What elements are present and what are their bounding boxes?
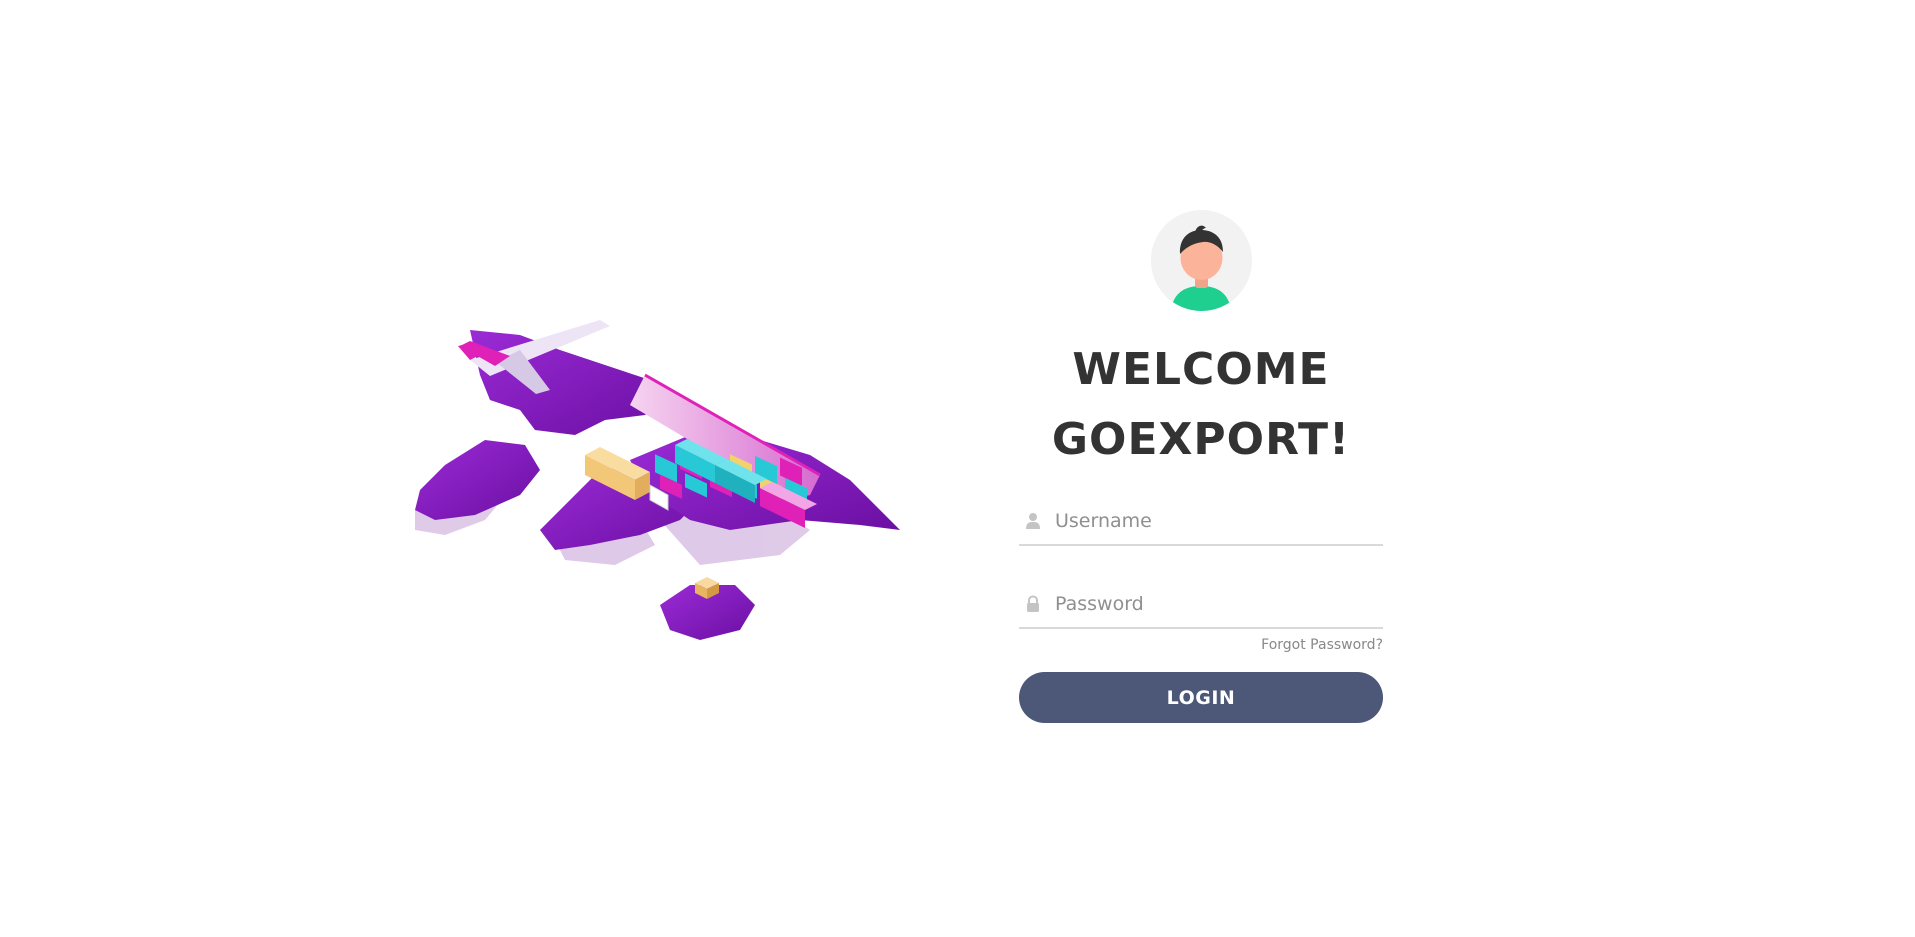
welcome-line-2: GOEXPORT!	[1051, 414, 1351, 465]
username-input[interactable]	[1055, 504, 1375, 538]
lock-icon	[1025, 595, 1041, 613]
welcome-heading: WELCOME GOEXPORT!	[1019, 335, 1383, 475]
world-map-logistics-image	[415, 320, 900, 640]
password-field	[1019, 583, 1383, 629]
user-icon	[1025, 512, 1041, 530]
welcome-line-1: WELCOME	[1072, 344, 1330, 395]
logistics-illustration	[410, 320, 910, 670]
avatar-icon	[1151, 210, 1252, 311]
username-field	[1019, 500, 1383, 546]
forgot-password-link[interactable]: Forgot Password?	[1261, 637, 1383, 653]
password-input[interactable]	[1055, 587, 1375, 621]
login-button[interactable]: LOGIN	[1019, 672, 1383, 723]
login-form: WELCOME GOEXPORT! Forgot Password?	[1019, 210, 1383, 730]
login-page: WELCOME GOEXPORT! Forgot Password?	[0, 0, 1915, 937]
